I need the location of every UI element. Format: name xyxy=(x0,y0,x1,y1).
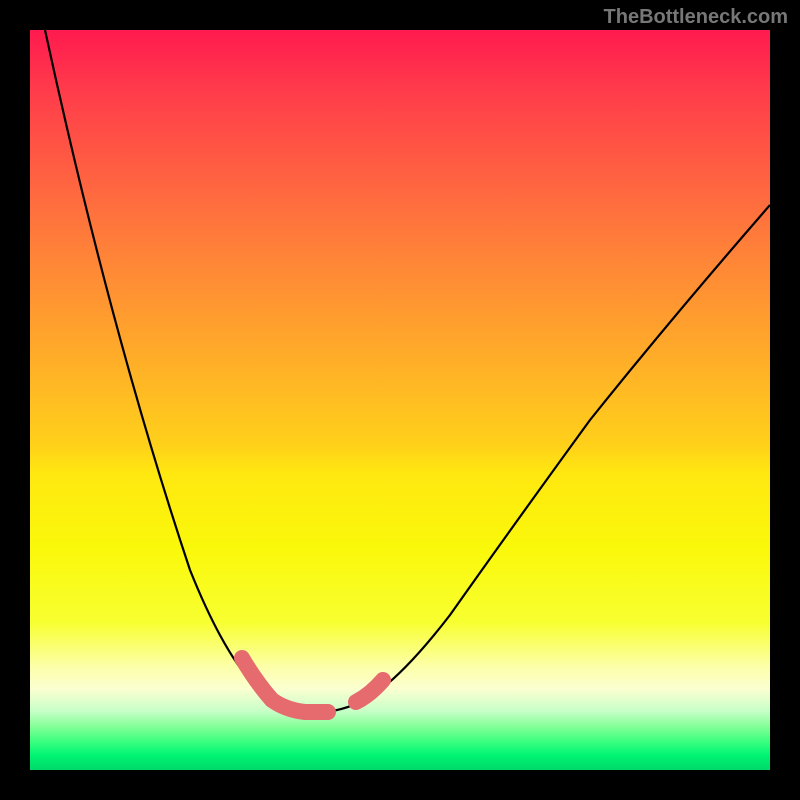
bottleneck-curve-svg xyxy=(30,30,770,770)
attribution-text: TheBottleneck.com xyxy=(604,6,788,29)
marker-band-right-path xyxy=(356,680,383,702)
marker-band-left-path xyxy=(242,658,328,712)
main-curve-path xyxy=(45,30,770,712)
chart-plot-area xyxy=(30,30,770,770)
